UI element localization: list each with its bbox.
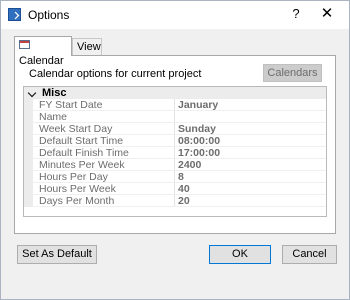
panel-description: Calendar options for current project [29,68,202,80]
ok-button[interactable]: OK [209,245,271,264]
window-icon [8,8,21,21]
options-dialog: Options ? ✕ Calendar View Calendar optio… [0,0,350,300]
title-bar: Options ? ✕ [1,1,349,29]
property-grid: Misc FY Start Date January Name Week Sta… [23,86,327,217]
window-title: Options [28,8,70,22]
property-row[interactable]: Default Start Time 08:00:00 [24,135,326,147]
help-button[interactable]: ? [288,5,304,23]
category-label: Misc [42,87,67,99]
calendar-panel: Calendar options for current project Cal… [14,55,336,234]
tab-calendar-label: Calendar [19,55,64,68]
property-row[interactable]: Name [24,111,326,123]
property-row[interactable]: Hours Per Day 8 [24,171,326,183]
property-row[interactable]: Week Start Day Sunday [24,123,326,135]
tab-view[interactable]: View [72,38,102,55]
property-row[interactable]: FY Start Date January [24,99,326,111]
calendar-icon [19,40,30,49]
tab-calendar[interactable]: Calendar [14,36,72,67]
category-row-misc[interactable]: Misc [24,87,326,99]
property-row[interactable]: Default Finish Time 17:00:00 [24,147,326,159]
close-button[interactable]: ✕ [318,5,336,23]
tab-view-label: View [77,41,101,54]
calendars-button[interactable]: Calendars [263,64,322,82]
set-as-default-button[interactable]: Set As Default [17,245,97,264]
chevron-down-icon[interactable] [27,88,37,98]
property-row[interactable]: Hours Per Week 40 [24,183,326,195]
property-row[interactable]: Minutes Per Week 2400 [24,159,326,171]
cancel-button[interactable]: Cancel [282,245,337,264]
property-row[interactable]: Days Per Month 20 [24,195,326,207]
